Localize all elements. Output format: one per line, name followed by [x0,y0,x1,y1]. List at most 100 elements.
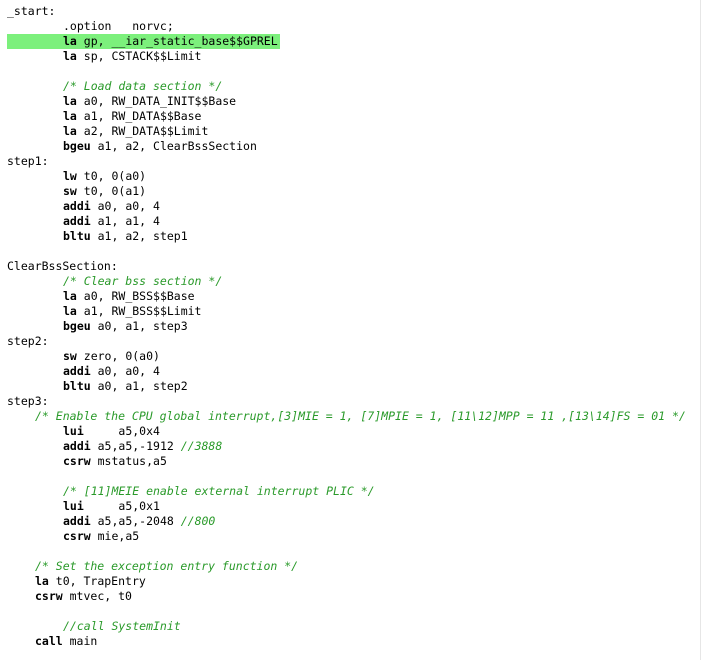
code-keyword: csrw [63,529,91,543]
code-line[interactable]: bgeu a0, a1, step3 [0,319,700,334]
code-line[interactable]: call main [0,634,700,649]
code-line[interactable]: la a1, RW_BSS$$Limit [0,304,700,319]
code-line[interactable]: addi a0, a0, 4 [0,364,700,379]
code-text: a1, a1, 4 [90,214,160,228]
code-line[interactable]: step1: [0,154,700,169]
code-line[interactable]: /* Load data section */ [0,79,700,94]
code-keyword: addi [63,214,91,228]
code-keyword: la [63,34,77,48]
code-keyword: lui [63,424,84,438]
editor-right-border [700,0,701,660]
code-line[interactable]: la a2, RW_DATA$$Limit [0,124,700,139]
code-keyword: bgeu [63,319,91,333]
code-line[interactable]: lw t0, 0(a0) [0,169,700,184]
code-keyword: la [63,49,77,63]
code-line[interactable]: addi a0, a0, 4 [0,199,700,214]
code-line[interactable]: ClearBssSection: [0,259,700,274]
code-text: step1: [7,154,49,168]
code-line[interactable]: csrw mtvec, t0 [0,589,700,604]
code-keyword: addi [63,364,91,378]
code-text: gp, __iar_static_base$$GPREL [76,34,278,48]
code-line[interactable] [0,244,700,259]
code-lines[interactable]: _start: .option norvc; la gp, __iar_static… [0,4,700,649]
current-code-line[interactable]: la gp, __iar_static_base$$GPREL [0,34,700,49]
code-line[interactable] [0,64,700,79]
code-line[interactable]: lui a5,0x1 [0,499,700,514]
code-line[interactable]: la sp, CSTACK$$Limit [0,49,700,64]
code-text: step2: [7,334,49,348]
code-keyword: csrw [63,454,91,468]
code-text: step3: [7,394,49,408]
code-line[interactable]: /* Clear bss section */ [0,274,700,289]
code-keyword: bgeu [63,139,91,153]
code-keyword: bltu [63,229,91,243]
code-comment: //call SystemInit [63,619,181,633]
code-text: a1, RW_DATA$$Base [76,109,202,123]
code-line[interactable]: /* [11]MEIE enable external interrupt PL… [0,484,700,499]
code-text: .option norvc; [63,19,174,33]
code-keyword: lw [63,169,77,183]
code-editor[interactable]: _start: .option norvc; la gp, __iar_static… [0,0,706,660]
code-keyword: lui [63,499,84,513]
code-keyword: addi [63,439,91,453]
code-text: _start: [7,4,56,18]
code-text: ClearBssSection: [7,259,118,273]
code-keyword: la [63,94,77,108]
code-keyword: la [63,289,77,303]
code-line[interactable]: bltu a1, a2, step1 [0,229,700,244]
code-comment: /* [11]MEIE enable external interrupt PL… [63,484,375,498]
code-line[interactable]: la a0, RW_BSS$$Base [0,289,700,304]
code-text: t0, TrapEntry [48,574,146,588]
code-line[interactable]: sw t0, 0(a1) [0,184,700,199]
code-line[interactable]: .option norvc; [0,19,700,34]
code-keyword: addi [63,514,91,528]
code-line[interactable]: csrw mie,a5 [0,529,700,544]
code-comment: /* Clear bss section */ [63,274,223,288]
code-line[interactable]: la a1, RW_DATA$$Base [0,109,700,124]
code-text: a1, a2, ClearBssSection [90,139,257,153]
code-line[interactable] [0,604,700,619]
code-keyword: bltu [63,379,91,393]
code-line[interactable]: csrw mstatus,a5 [0,454,700,469]
code-line[interactable]: addi a5,a5,-2048 //800 [0,514,700,529]
code-text: a1, RW_BSS$$Limit [76,304,202,318]
code-text: main [62,634,98,648]
code-line[interactable]: bgeu a1, a2, ClearBssSection [0,139,700,154]
code-text: zero, 0(a0) [76,349,160,363]
code-keyword: sw [63,184,77,198]
code-text: sp, CSTACK$$Limit [76,49,202,63]
code-line[interactable]: /* Set the exception entry function */ [0,559,700,574]
code-line[interactable]: la t0, TrapEntry [0,574,700,589]
code-comment: /* Set the exception entry function */ [35,559,299,573]
code-text: a0, RW_DATA_INIT$$Base [76,94,237,108]
code-text: a5,0x4 [83,424,160,438]
code-line[interactable]: la a0, RW_DATA_INIT$$Base [0,94,700,109]
code-line[interactable]: step3: [0,394,700,409]
code-line[interactable]: lui a5,0x4 [0,424,700,439]
code-comment: /* Enable the CPU global interrupt,[3]MI… [35,409,686,423]
code-keyword: csrw [35,589,63,603]
code-line[interactable]: addi a5,a5,-1912 //3888 [0,439,700,454]
code-line[interactable]: _start: [0,4,700,19]
code-text: a5,a5,-1912 [90,439,181,453]
code-text: a5,0x1 [83,499,160,513]
code-text: mie,a5 [90,529,140,543]
code-text: a0, a1, step3 [90,319,188,333]
code-line[interactable] [0,469,700,484]
code-text: a0, RW_BSS$$Base [76,289,195,303]
code-keyword: la [63,109,77,123]
code-line[interactable]: addi a1, a1, 4 [0,214,700,229]
code-line[interactable]: //call SystemInit [0,619,700,634]
code-line[interactable]: step2: [0,334,700,349]
code-text: a1, a2, step1 [90,229,188,243]
code-line[interactable]: bltu a0, a1, step2 [0,379,700,394]
code-text: t0, 0(a0) [76,169,147,183]
code-text: mstatus,a5 [90,454,167,468]
code-comment: //800 [180,514,216,528]
code-keyword: la [63,124,77,138]
code-text: a0, a0, 4 [90,199,160,213]
code-keyword: call [35,634,63,648]
code-line[interactable] [0,544,700,559]
code-line[interactable]: /* Enable the CPU global interrupt,[3]MI… [0,409,700,424]
code-line[interactable]: sw zero, 0(a0) [0,349,700,364]
